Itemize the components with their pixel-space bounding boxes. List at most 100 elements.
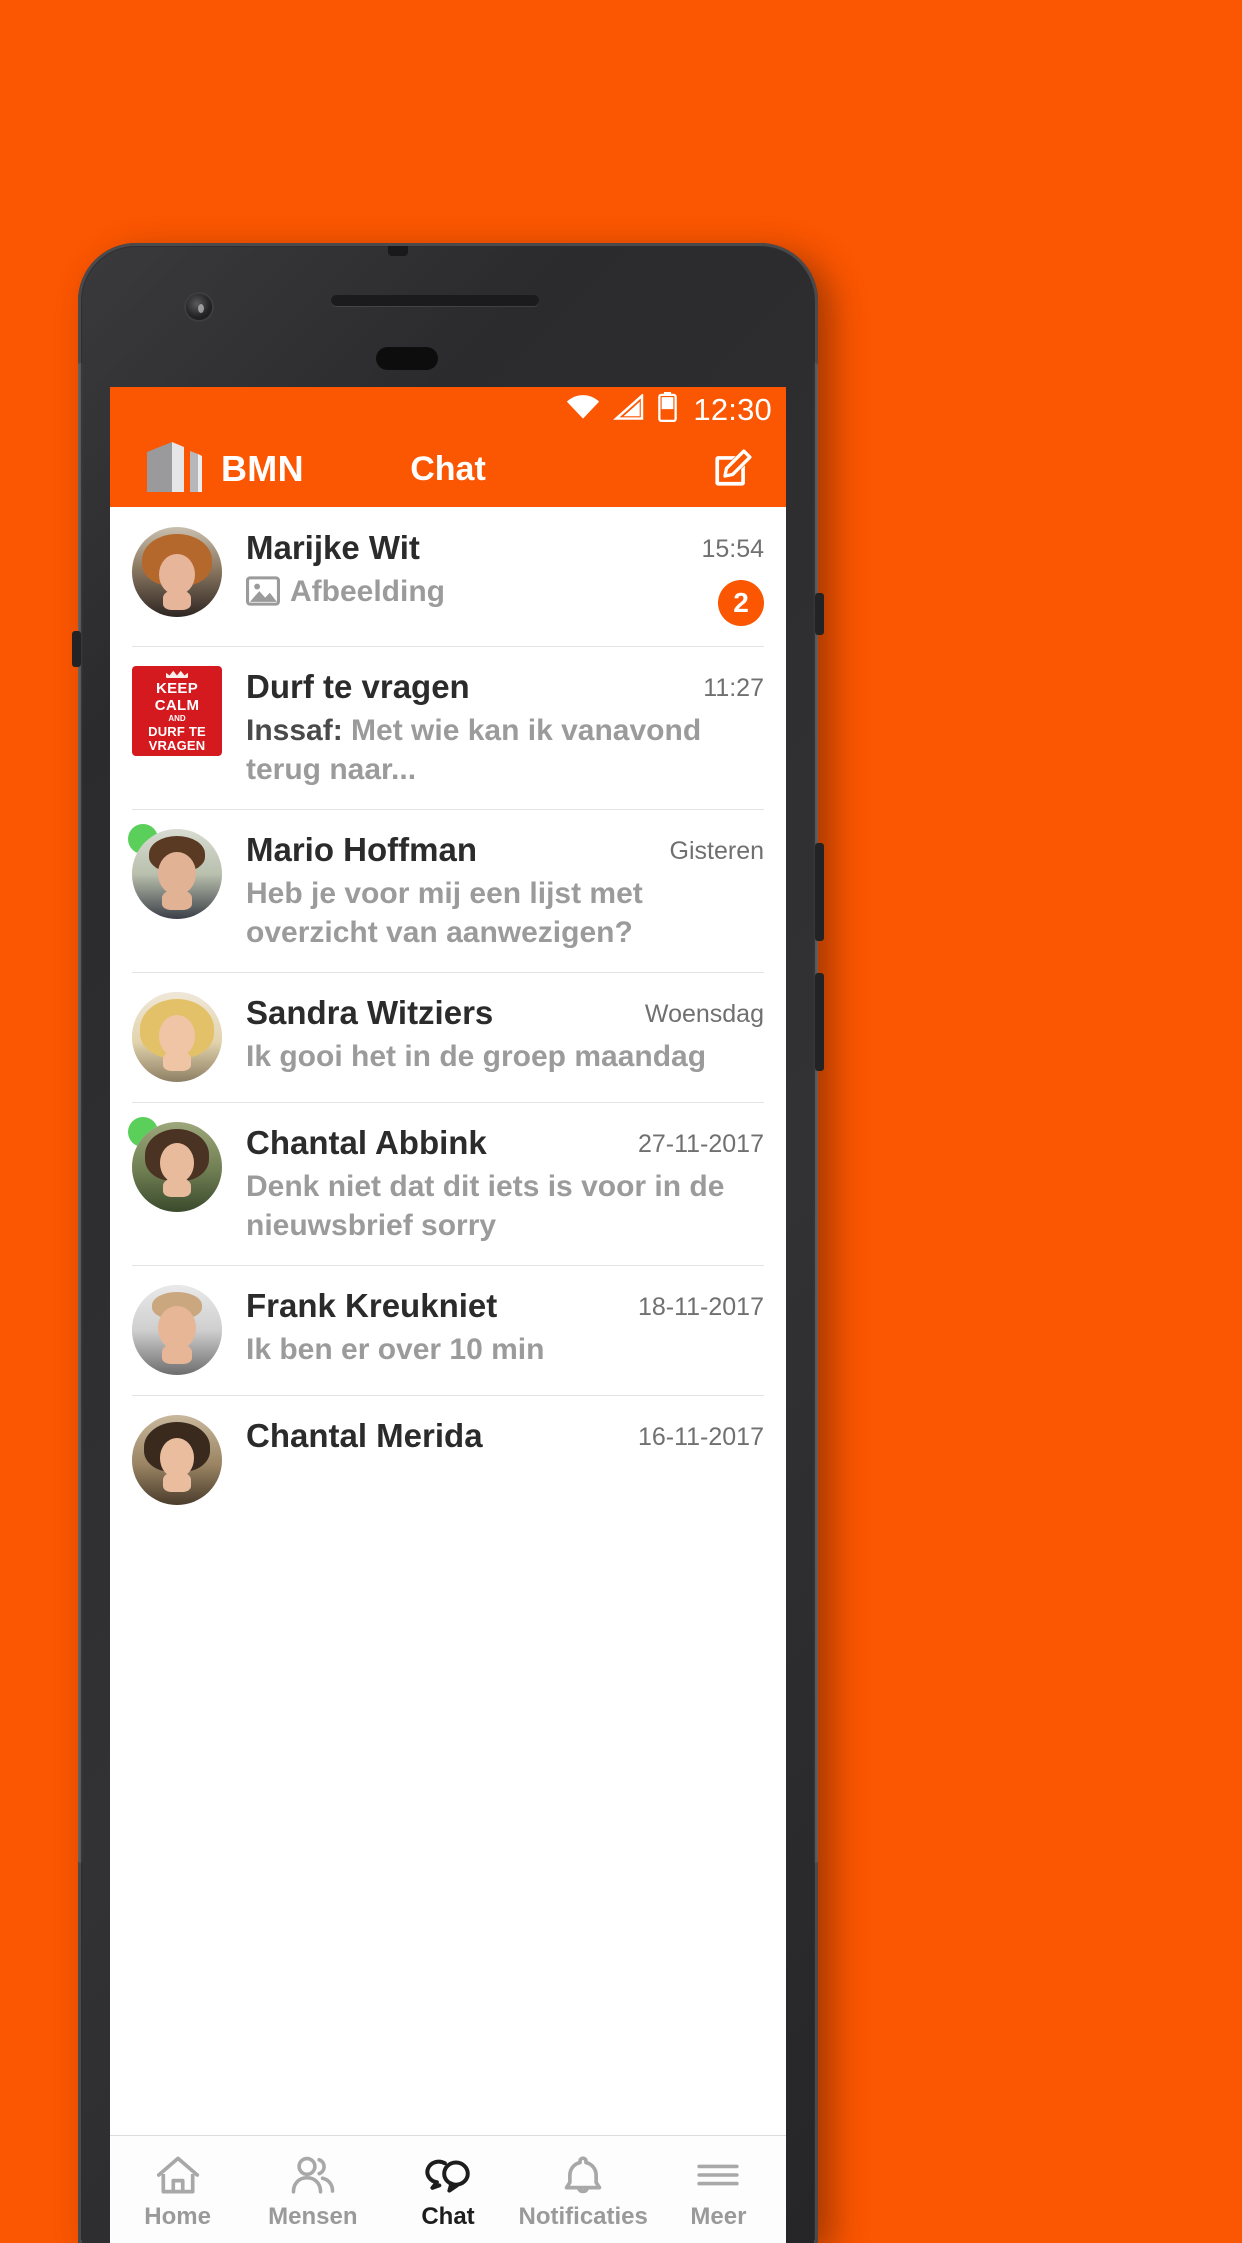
chat-item-body: Chantal Merida 16-11-2017 [246,1415,764,1456]
phone-device-frame: 12:30 BMN Chat Marijke Wit 15:54 Afbeeld… [72,243,824,2243]
unread-count-badge: 2 [718,579,764,626]
chat-list-item[interactable]: Marijke Wit 15:54 Afbeelding 2 [110,507,786,646]
chat-contact-name: Frank Kreukniet [246,1286,498,1324]
nav-item-chat[interactable]: Chat [380,2136,515,2243]
avatar-image [132,1121,222,1212]
chat-contact-name: Durf te vragen [246,667,470,705]
chat-timestamp: Gisteren [669,836,764,865]
avatar-container: KEEP CALM AND DURF TE VRAGEN [132,665,228,756]
avatar-image [132,828,222,919]
cellular-signal-icon [613,392,645,425]
poster-line-3: AND [168,713,186,723]
chat-list-item[interactable]: Sandra Witziers Woensdag Ik gooi het in de… [110,971,786,1102]
chat-item-header: Marijke Wit 15:54 [246,529,764,568]
compose-pencil-icon[interactable] [706,443,758,495]
chat-list[interactable]: Marijke Wit 15:54 Afbeelding 2 KEEP CALM AND DU… [110,507,786,2135]
chat-item-body: Durf te vragen 11:27 Inssaf: Met wie kan i… [246,666,764,789]
chat-preview-row: Denk niet dat dit iets is voor in de nie… [246,1167,764,1245]
chat-item-header: Frank Kreukniet 18-11-2017 [246,1287,764,1326]
chat-preview-text: Ik ben er over 10 min [246,1332,545,1366]
chat-contact-name: Sandra Witziers [246,993,494,1031]
front-camera [186,294,212,320]
people-icon [289,2154,337,2196]
avatar-durf-te-vragen-poster[interactable]: KEEP CALM AND DURF TE VRAGEN [132,665,222,756]
home-icon [155,2154,201,2196]
avatar-image [132,1284,222,1375]
volume-down-button[interactable] [815,973,824,1071]
avatar-chantal-abbink[interactable] [132,1121,222,1212]
brand-name: BMN [221,448,304,489]
nav-item-home[interactable]: Home [110,2136,245,2243]
nav-item-mensen[interactable]: Mensen [245,2136,380,2243]
poster-line-5: VRAGEN [148,737,206,753]
avatar-image [132,527,222,617]
nav-item-meer[interactable]: Meer [651,2136,786,2243]
avatar-container [132,1284,228,1375]
avatar-frank-kreukniet[interactable] [132,1284,222,1375]
poster-line-4: DURF TE [148,723,206,739]
avatar-sandra-witziers[interactable] [132,991,222,1082]
bottom-navigation-bar: Home Mensen Chat Notificaties Meer [110,2135,786,2243]
home-button[interactable] [376,347,438,370]
chat-item-body: Chantal Abbink 27-11-2017 Denk niet dat di… [246,1122,764,1245]
chat-preview-sender: Inssaf: [246,713,352,747]
battery-icon [658,391,678,427]
chat-item-header: Chantal Merida 16-11-2017 [246,1417,764,1456]
chat-preview-text: Inssaf: Met wie kan ik vanavond terug na… [246,713,702,786]
chat-preview-row: Heb je voor mij een lijst met overzicht … [246,874,764,952]
chat-preview-row: Ik ben er over 10 min [246,1330,764,1369]
chat-list-item[interactable]: Chantal Abbink 27-11-2017 Denk niet dat di… [110,1101,786,1265]
brand-logo-group[interactable]: BMN [144,439,304,500]
bell-icon [562,2154,604,2196]
chat-contact-name: Chantal Merida [246,1416,483,1454]
status-bar: 12:30 [110,387,786,431]
chat-list-item[interactable]: Frank Kreukniet 18-11-2017 Ik ben er over … [110,1264,786,1395]
bmn-building-logo [144,439,204,500]
avatar-image [132,1414,222,1505]
chat-bubbles-icon [422,2154,474,2196]
side-button-left[interactable] [72,631,81,667]
poster-line-1: KEEP [155,679,199,697]
nav-item-label: Notificaties [518,2203,648,2230]
nav-item-label: Mensen [268,2203,358,2230]
phone-screen: 12:30 BMN Chat Marijke Wit 15:54 Afbeeld… [110,387,786,2243]
image-attachment-icon [246,572,280,616]
chat-preview-text: Ik gooi het in de groep maandag [246,1039,707,1073]
avatar-container [128,1116,228,1212]
status-bar-clock: 12:30 [693,391,772,427]
hamburger-menu-icon [694,2154,742,2196]
bezel-highlight-left [78,363,83,1863]
volume-up-button[interactable] [815,843,824,941]
chat-item-header: Sandra Witziers Woensdag [246,994,764,1033]
top-notch-sensor [388,246,408,256]
chat-timestamp: 27-11-2017 [637,1129,764,1158]
nav-item-notificaties[interactable]: Notificaties [516,2136,651,2243]
chat-preview-text: Heb je voor mij een lijst met overzicht … [246,876,643,949]
chat-item-body: Frank Kreukniet 18-11-2017 Ik ben er over … [246,1285,764,1369]
crown-icon [166,670,188,678]
chat-item-header: Chantal Abbink 27-11-2017 [246,1124,764,1163]
chat-item-body: Sandra Witziers Woensdag Ik gooi het in de… [246,992,764,1076]
chat-timestamp: 18-11-2017 [637,1292,764,1321]
avatar-container [132,991,228,1082]
chat-list-item[interactable]: Chantal Merida 16-11-2017 [110,1394,786,1525]
chat-list-item[interactable]: Mario Hoffman Gisteren Heb je voor mij een… [110,808,786,972]
chat-timestamp: 15:54 [701,535,764,563]
avatar-container [132,527,228,617]
avatar-mario-hoffman[interactable] [132,828,222,919]
wifi-icon [566,394,600,425]
avatar-container [132,1414,228,1505]
chat-timestamp: Woensdag [644,999,764,1028]
avatar-chantal-merida[interactable] [132,1414,222,1505]
power-button[interactable] [815,593,824,635]
chat-contact-name: Chantal Abbink [246,1123,487,1161]
chat-list-item[interactable]: KEEP CALM AND DURF TE VRAGEN Durf te vragen 11… [110,645,786,809]
chat-preview-text: Denk niet dat dit iets is voor in de nie… [246,1169,725,1242]
camera-glint [198,304,204,313]
chat-preview-row: Inssaf: Met wie kan ik vanavond terug na… [246,711,764,789]
avatar-container [128,823,228,919]
avatar-marijke-wit[interactable] [132,527,222,617]
bezel-highlight-right [813,363,818,1863]
chat-contact-name: Marijke Wit [246,529,420,566]
nav-item-label: Chat [421,2203,475,2230]
